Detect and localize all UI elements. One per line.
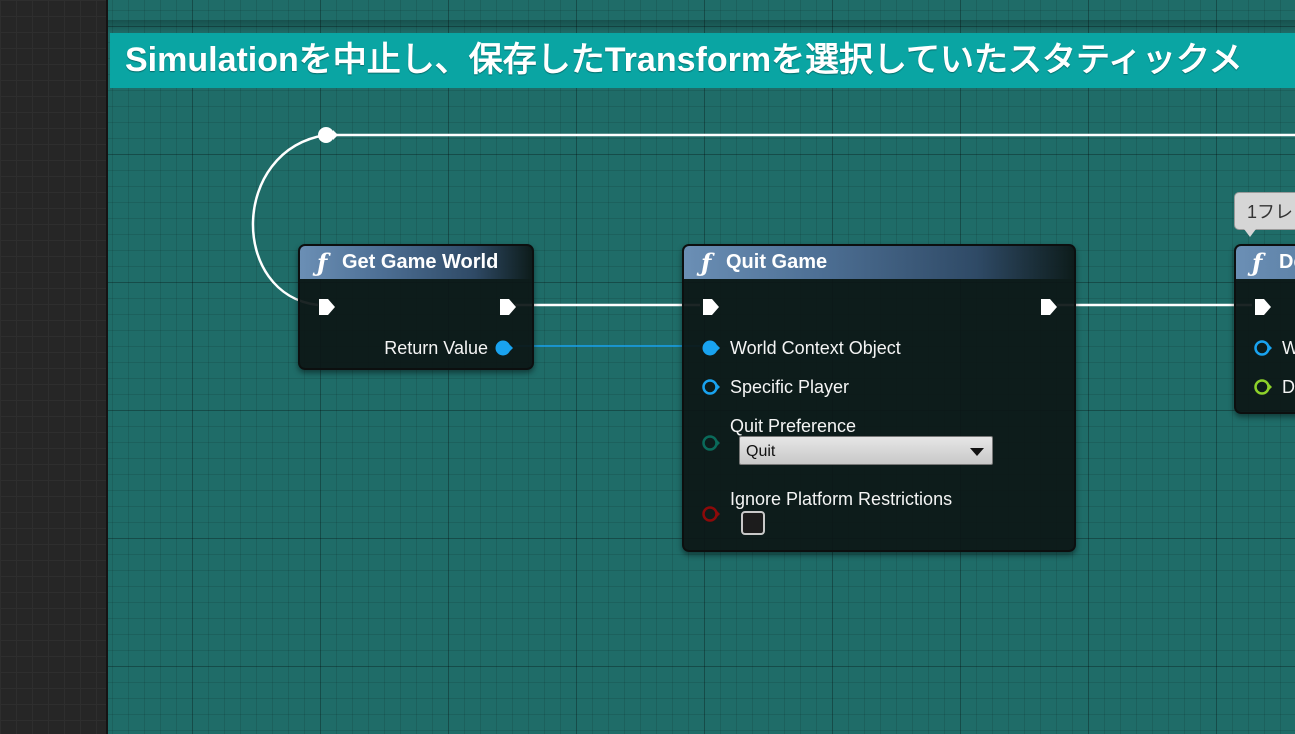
node-title: Get Game World xyxy=(342,251,499,273)
world-context-pin-icon[interactable] xyxy=(701,338,721,358)
function-icon: ƒ xyxy=(701,248,712,277)
quit-preference-pin-icon[interactable] xyxy=(701,433,721,453)
duration-pin-icon[interactable] xyxy=(1253,377,1273,397)
ignore-restrictions-pin-icon[interactable] xyxy=(701,504,721,524)
node-delay[interactable]: ƒ De W D xyxy=(1234,244,1295,414)
node-quit-game[interactable]: ƒ Quit Game World Context Object Specifi… xyxy=(682,244,1076,552)
reroute-knot-arrow xyxy=(333,130,338,140)
return-value-pin-icon[interactable] xyxy=(494,338,514,358)
wires-layer xyxy=(251,127,1295,347)
pin-label: W xyxy=(1282,338,1295,359)
world-context-label: World Context Object xyxy=(730,338,901,358)
quit-preference-label: Quit Preference xyxy=(730,416,857,436)
specific-player-label: Specific Player xyxy=(730,377,850,397)
chevron-down-icon xyxy=(970,448,984,456)
exec-in-pin-icon[interactable] xyxy=(1253,297,1273,317)
ignore-restrictions-label: Ignore Platform Restrictions xyxy=(730,489,953,509)
function-icon: ƒ xyxy=(317,248,328,277)
return-value-label: Return Value xyxy=(384,338,488,358)
node-title: De xyxy=(1279,251,1295,273)
pin-label: D xyxy=(1282,377,1295,397)
reroute-knot xyxy=(318,127,334,143)
exec-in-pin-icon[interactable] xyxy=(701,297,721,317)
node-header: ƒ De xyxy=(1236,246,1295,279)
ignore-restrictions-checkbox[interactable] xyxy=(741,511,765,535)
node-comment-bubble[interactable]: 1フレ xyxy=(1234,192,1295,230)
node-title: Quit Game xyxy=(726,251,828,273)
specific-player-pin-icon[interactable] xyxy=(701,377,721,397)
node-get-game-world[interactable]: ƒ Get Game World Return Value xyxy=(298,244,534,370)
exec-in-pin-icon[interactable] xyxy=(317,297,337,317)
node-header: ƒ Quit Game xyxy=(684,246,1074,279)
node-header: ƒ Get Game World xyxy=(300,246,532,279)
bubble-arrow xyxy=(1244,229,1256,237)
exec-out-pin-icon[interactable] xyxy=(498,297,518,317)
world-context-pin-icon[interactable] xyxy=(1253,338,1273,358)
dropdown-value: Quit xyxy=(746,443,776,460)
function-icon: ƒ xyxy=(1252,248,1263,277)
quit-preference-dropdown[interactable]: Quit xyxy=(739,436,993,465)
exec-out-pin-icon[interactable] xyxy=(1039,297,1059,317)
